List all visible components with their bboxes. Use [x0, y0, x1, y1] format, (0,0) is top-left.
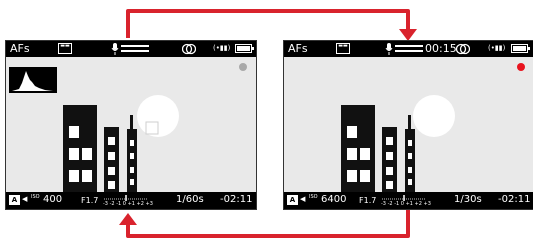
microphone-icon — [385, 43, 393, 55]
af-icon: A — [287, 195, 298, 205]
microphone-icon — [111, 43, 119, 55]
af-mode-label: AFs — [10, 42, 30, 55]
arrow-bottom-head — [119, 213, 137, 225]
bottom-status-bar: A ◀ ISO 400 F1.7 -3 -2 -1 0 +1 +2 +3 1/6… — [6, 192, 256, 209]
arrow-top-forward — [126, 9, 410, 38]
live-view-screen-left: AFs ▬▬ (•▮▮) A ◀ ISO 400 F1.7 -3 -2 -1 0… — [5, 40, 257, 210]
audio-level-meter-icon — [395, 45, 423, 52]
video-format-icon: ▬▬ — [58, 43, 72, 54]
top-status-bar: AFs ▬▬ (•▮▮) — [6, 41, 256, 57]
metering-icon: ◀ — [300, 195, 306, 203]
ev-scale-labels: -3 -2 -1 0 +1 +2 +3 — [103, 201, 153, 207]
iso-value: 6400 — [321, 194, 347, 205]
remaining-time: -02:11 — [498, 194, 531, 205]
battery-icon — [511, 44, 530, 53]
audio-level-meter-icon — [121, 45, 149, 52]
shutter-speed: 1/30s — [454, 194, 482, 205]
arrow-bottom-back — [126, 210, 410, 238]
iso-label-icon: ISO — [31, 194, 40, 200]
wireless-signal-icon: (•▮▮) — [488, 44, 506, 52]
remaining-time: -02:11 — [220, 194, 253, 205]
metering-icon: ◀ — [22, 195, 28, 203]
record-time: 00:15 — [425, 42, 457, 55]
shutter-speed: 1/60s — [176, 194, 204, 205]
stabilization-rings-icon — [456, 43, 470, 55]
aperture-value: F1.7 — [81, 196, 99, 205]
aperture-value: F1.7 — [359, 196, 377, 205]
video-format-icon: ▬▬ — [336, 43, 350, 54]
battery-icon — [235, 44, 254, 53]
top-status-bar: AFs ▬▬ 00:15 (•▮▮) — [284, 41, 533, 57]
bottom-status-bar: A ◀ ISO 6400 F1.7 -3 -2 -1 0 +1 +2 +3 1/… — [284, 192, 533, 209]
city-scene — [63, 95, 179, 192]
wireless-signal-icon: (•▮▮) — [213, 44, 231, 52]
iso-value: 400 — [43, 194, 63, 205]
city-scene — [341, 95, 455, 192]
iso-label-icon: ISO — [309, 194, 318, 200]
af-icon: A — [9, 195, 20, 205]
ev-scale-labels: -3 -2 -1 0 +1 +2 +3 — [381, 201, 431, 207]
af-mode-label: AFs — [288, 42, 308, 55]
stabilization-rings-icon — [182, 43, 196, 55]
live-view-screen-right: AFs ▬▬ 00:15 (•▮▮) A ◀ ISO 6400 F1.7 -3 … — [283, 40, 533, 210]
